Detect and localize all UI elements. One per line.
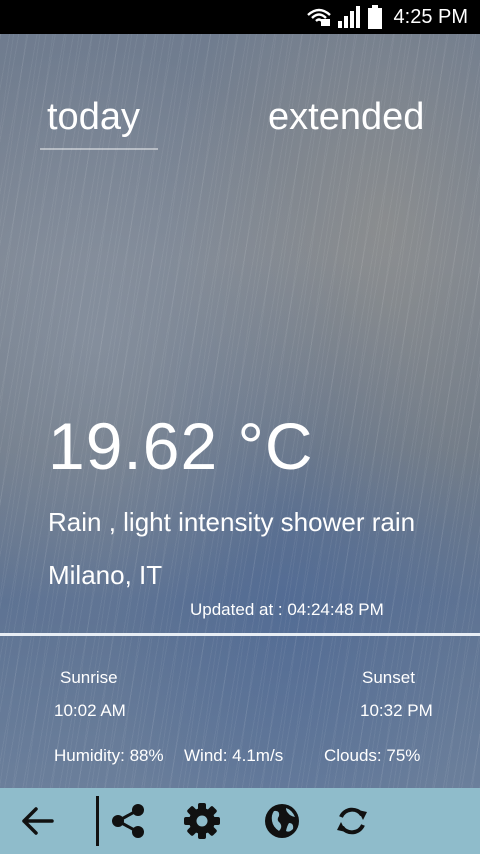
weather-description: Rain , light intensity shower rain — [48, 507, 416, 537]
settings-gear-icon[interactable] — [172, 788, 232, 854]
sunrise-time: 10:02 AM — [54, 701, 126, 720]
tab-extended[interactable]: extended — [268, 96, 424, 139]
sunset-label: Sunset — [362, 668, 415, 687]
globe-icon[interactable] — [252, 788, 312, 854]
tab-today-underline — [40, 148, 158, 150]
location: Milano, IT — [48, 560, 163, 590]
battery-icon — [367, 5, 382, 29]
share-icon[interactable] — [98, 788, 158, 854]
status-time: 4:25 PM — [393, 5, 468, 28]
humidity: Humidity: 88% — [54, 746, 164, 765]
refresh-icon[interactable] — [322, 788, 382, 854]
sunset-time: 10:32 PM — [360, 701, 433, 720]
temperature: 19.62 °C — [48, 409, 314, 483]
clouds: Clouds: 75% — [324, 746, 421, 765]
signal-icon — [337, 6, 362, 28]
sunrise-label: Sunrise — [60, 668, 118, 687]
updated-time: Updated at : 04:24:48 PM — [190, 600, 384, 619]
wind: Wind: 4.1m/s — [184, 746, 284, 765]
status-bar: 4:25 PM — [0, 0, 480, 34]
wifi-icon — [306, 7, 332, 27]
tab-today[interactable]: today — [47, 96, 140, 139]
divider — [0, 633, 480, 636]
bottom-toolbar — [0, 788, 480, 854]
back-arrow-icon[interactable] — [8, 788, 68, 854]
